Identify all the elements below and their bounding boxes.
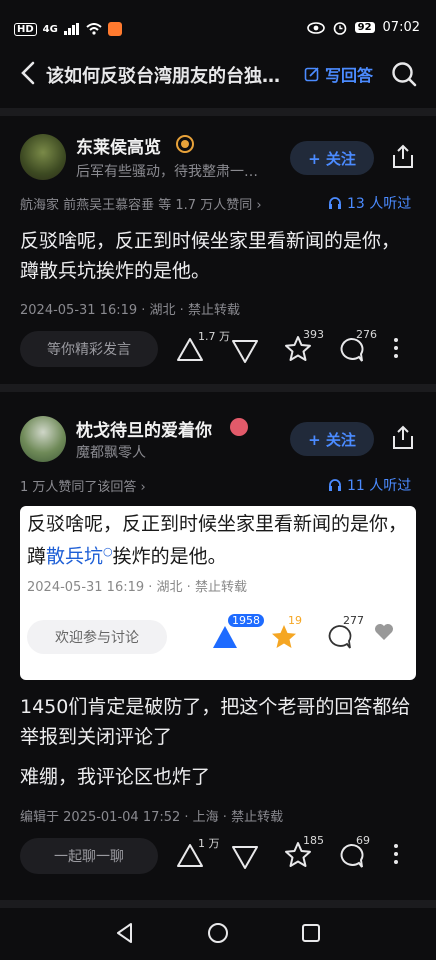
section-divider: [0, 108, 436, 116]
badge-icon: [230, 418, 248, 436]
write-answer-button[interactable]: 写回答: [304, 62, 373, 86]
embed-star-count: 19: [288, 614, 302, 627]
listen-count-label: 13 人听过: [347, 196, 412, 212]
nav-back-icon[interactable]: [114, 922, 136, 944]
upvote-count: 1 万: [198, 837, 220, 850]
like-count: 393: [303, 328, 324, 341]
follow-button[interactable]: + 关注: [290, 141, 374, 175]
answer-text[interactable]: 1450们肯定是破防了，把这个老哥的回答都给举报到关闭评论了: [20, 692, 420, 752]
listen-count[interactable]: 13 人听过: [328, 193, 411, 213]
nav-home-icon[interactable]: [207, 922, 229, 944]
embed-upvote-icon: [213, 626, 237, 648]
clock: 07:02: [382, 20, 420, 35]
network-badge: 4G: [42, 23, 58, 35]
upvoters-line[interactable]: 1 万人赞同了该回答 ›: [20, 476, 146, 495]
author-bio: 魔都飘零人: [76, 445, 146, 461]
back-arrow-icon[interactable]: [16, 60, 42, 86]
alarm-icon: [333, 21, 346, 35]
upvote-count: 1.7 万: [198, 330, 230, 343]
embed-text-after: 挨炸的是他。: [112, 545, 227, 568]
wifi-icon: [86, 23, 102, 35]
comment-count: 69: [356, 834, 370, 847]
listen-count-label: 11 人听过: [347, 478, 412, 494]
top-nav-bar: 该如何反驳台湾朋友的台独… 写回答: [0, 50, 436, 100]
downvote-icon[interactable]: [230, 842, 260, 872]
embed-upvote-count: 1958: [228, 614, 264, 627]
like-count: 185: [303, 834, 324, 847]
avatar[interactable]: [20, 134, 66, 180]
question-title[interactable]: 该如何反驳台湾朋友的台独…: [46, 62, 296, 88]
listen-count[interactable]: 11 人听过: [328, 475, 411, 495]
embed-keyword-link[interactable]: 散兵坑: [46, 545, 103, 567]
comment-input[interactable]: 等你精彩发言: [20, 331, 158, 367]
embed-comment-icon: [328, 625, 352, 649]
status-bar: HD 4G 92 07:02: [0, 0, 436, 50]
eye-icon: [306, 21, 325, 34]
battery-indicator: 92: [354, 22, 375, 33]
author-name[interactable]: 东莱侯高览: [76, 133, 161, 158]
search-icon[interactable]: [390, 60, 418, 88]
author-bio: 后军有些骚动，待我整肃一…: [76, 164, 258, 180]
embed-answer-text: 反驳啥呢，反正到时候坐家里看新闻的是你，蹲散兵坑○挨炸的是他。: [27, 510, 407, 570]
more-options-icon[interactable]: [394, 844, 400, 864]
share-icon[interactable]: [390, 144, 416, 170]
embed-comment-input: 欢迎参与讨论: [27, 620, 167, 654]
headphones-icon: [329, 197, 341, 209]
section-divider: [0, 900, 436, 908]
avatar[interactable]: [20, 416, 66, 462]
embed-star-icon: [272, 625, 296, 648]
author-name[interactable]: 枕戈待旦的爱着你: [76, 416, 212, 441]
answer-text[interactable]: 反驳啥呢，反正到时候坐家里看新闻的是你，蹲散兵坑挨炸的是他。: [20, 226, 400, 286]
embed-comment-count: 277: [343, 614, 364, 627]
embedded-screenshot[interactable]: 反驳啥呢，反正到时候坐家里看新闻的是你，蹲散兵坑○挨炸的是他。 2024-05-…: [20, 506, 416, 680]
app-notification-icon: [107, 22, 122, 36]
edit-icon: [304, 67, 319, 82]
embed-date: 2024-05-31 16:19 · 湖北 · 禁止转载: [27, 580, 247, 595]
follow-button[interactable]: + 关注: [290, 422, 374, 456]
upvoters-line[interactable]: 航海家 前燕吴王慕容垂 等 1.7 万人赞同 ›: [20, 194, 262, 213]
share-icon[interactable]: [390, 425, 416, 451]
headphones-icon: [329, 479, 341, 491]
comment-count: 276: [356, 328, 377, 341]
verified-badge-icon: [176, 135, 194, 153]
write-answer-label: 写回答: [325, 66, 374, 85]
answer-date: 2024-05-31 16:19 · 湖北 · 禁止转载: [20, 303, 240, 318]
system-nav-bar: [0, 908, 436, 960]
comment-input[interactable]: 一起聊一聊: [20, 838, 158, 874]
downvote-icon[interactable]: [230, 336, 260, 366]
signal-icon: [63, 23, 79, 35]
section-divider: [0, 384, 436, 392]
more-options-icon[interactable]: [394, 338, 400, 358]
hd-badge: HD: [14, 22, 37, 36]
search-link-icon: ○: [103, 545, 113, 558]
nav-recents-icon[interactable]: [300, 922, 322, 944]
answer-text-line-2[interactable]: 难绷，我评论区也炸了: [20, 762, 416, 792]
embed-heart-icon: [375, 624, 393, 640]
answer-date: 编辑于 2025-01-04 17:52 · 上海 · 禁止转载: [20, 810, 284, 825]
